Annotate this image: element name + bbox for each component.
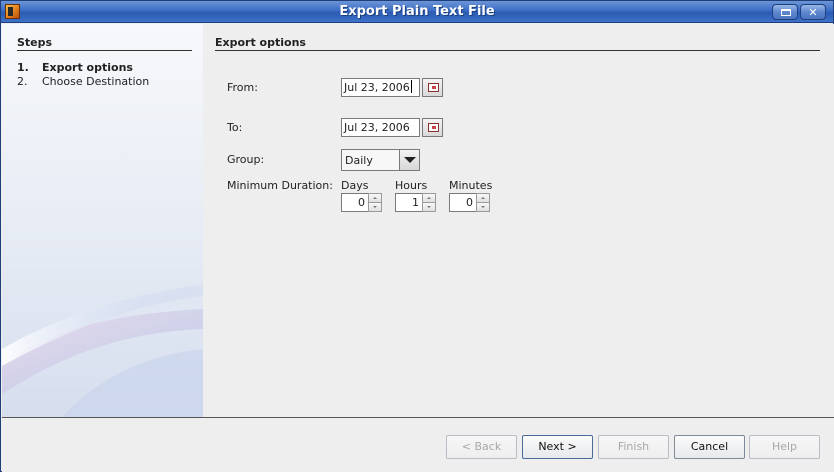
back-button[interactable]: < Back (446, 435, 517, 459)
close-button[interactable]: ✕ (800, 4, 826, 20)
step-choose-destination: 2. Choose Destination (17, 75, 149, 88)
to-calendar-button[interactable] (422, 118, 443, 137)
days-label: Days (341, 179, 369, 192)
export-dialog: Export Plain Text File ✕ Steps 1. Export … (0, 0, 834, 472)
chevron-down-icon[interactable] (399, 150, 419, 170)
from-label: From: (227, 81, 258, 94)
section-title: Export options (215, 36, 306, 49)
close-icon: ✕ (808, 6, 818, 19)
steps-divider (17, 50, 192, 51)
minutes-spinner[interactable]: 0 (449, 193, 491, 212)
steps-title: Steps (17, 36, 53, 49)
hours-label: Hours (395, 179, 428, 192)
minutes-decrement-icon[interactable] (476, 202, 490, 212)
min-duration-label: Minimum Duration: (227, 179, 333, 192)
days-decrement-icon[interactable] (368, 202, 382, 212)
group-select[interactable]: Daily (341, 149, 420, 171)
text-caret (410, 80, 412, 93)
decorative-swoosh (2, 284, 203, 417)
minutes-label: Minutes (449, 179, 493, 192)
to-date-field[interactable]: Jul 23, 2006 (341, 118, 420, 137)
hours-field[interactable]: 1 (395, 193, 423, 212)
group-label: Group: (227, 153, 265, 166)
from-date-field[interactable]: Jul 23, 2006 (341, 78, 420, 97)
hours-spinner[interactable]: 1 (395, 193, 437, 212)
to-date-value: Jul 23, 2006 (344, 121, 410, 134)
step-number: 1. (17, 61, 29, 74)
maximize-icon (781, 9, 791, 16)
title-bar[interactable]: Export Plain Text File ✕ (1, 1, 833, 23)
step-label: Choose Destination (42, 75, 150, 88)
to-label: To: (227, 121, 243, 134)
from-date-value: Jul 23, 2006 (344, 81, 410, 94)
section-divider (215, 50, 820, 51)
maximize-button[interactable] (772, 4, 798, 20)
step-export-options: 1. Export options (17, 61, 133, 74)
help-button[interactable]: Help (749, 435, 820, 459)
from-calendar-button[interactable] (422, 78, 443, 97)
options-panel: Export options From: Jul 23, 2006 To: Ju… (204, 24, 834, 417)
minutes-field[interactable]: 0 (449, 193, 477, 212)
days-field[interactable]: 0 (341, 193, 369, 212)
steps-panel: Steps 1. Export options 2. Choose Destinat… (2, 24, 203, 417)
finish-button[interactable]: Finish (598, 435, 669, 459)
step-label: Export options (42, 61, 133, 74)
hours-decrement-icon[interactable] (422, 202, 436, 212)
days-spinner[interactable]: 0 (341, 193, 383, 212)
button-bar: < Back Next > Finish Cancel Help (2, 418, 834, 472)
window-title: Export Plain Text File (339, 4, 495, 19)
step-number: 2. (17, 75, 28, 88)
next-button[interactable]: Next > (522, 435, 593, 459)
cancel-button[interactable]: Cancel (674, 435, 745, 459)
group-selected-value: Daily (345, 154, 373, 167)
calendar-icon (428, 123, 439, 132)
calendar-icon (428, 83, 439, 92)
